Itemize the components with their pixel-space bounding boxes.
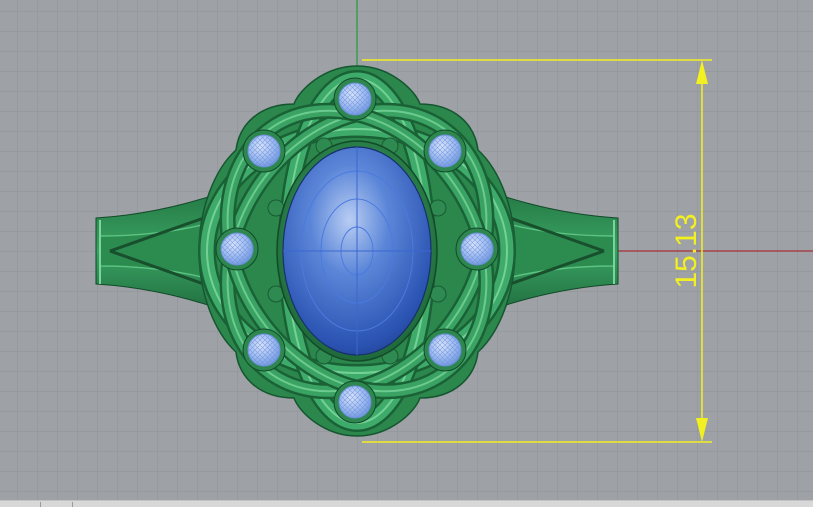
accent-stone[interactable] — [242, 328, 286, 372]
accent-stone[interactable] — [333, 77, 377, 121]
viewport-canvas[interactable]: 15.13 — [0, 0, 813, 500]
status-bar-divider — [72, 502, 73, 507]
status-bar-divider — [40, 502, 41, 507]
accent-stone[interactable] — [423, 328, 467, 372]
accent-stone[interactable] — [215, 227, 259, 271]
dimension-label[interactable]: 15.13 — [670, 213, 703, 288]
accent-stone[interactable] — [333, 380, 377, 424]
accent-stone[interactable] — [242, 129, 286, 173]
center-stone[interactable] — [282, 146, 432, 356]
accent-stone[interactable] — [423, 129, 467, 173]
accent-stone[interactable] — [455, 227, 499, 271]
perspective-viewport[interactable]: 15.13 — [0, 0, 813, 500]
